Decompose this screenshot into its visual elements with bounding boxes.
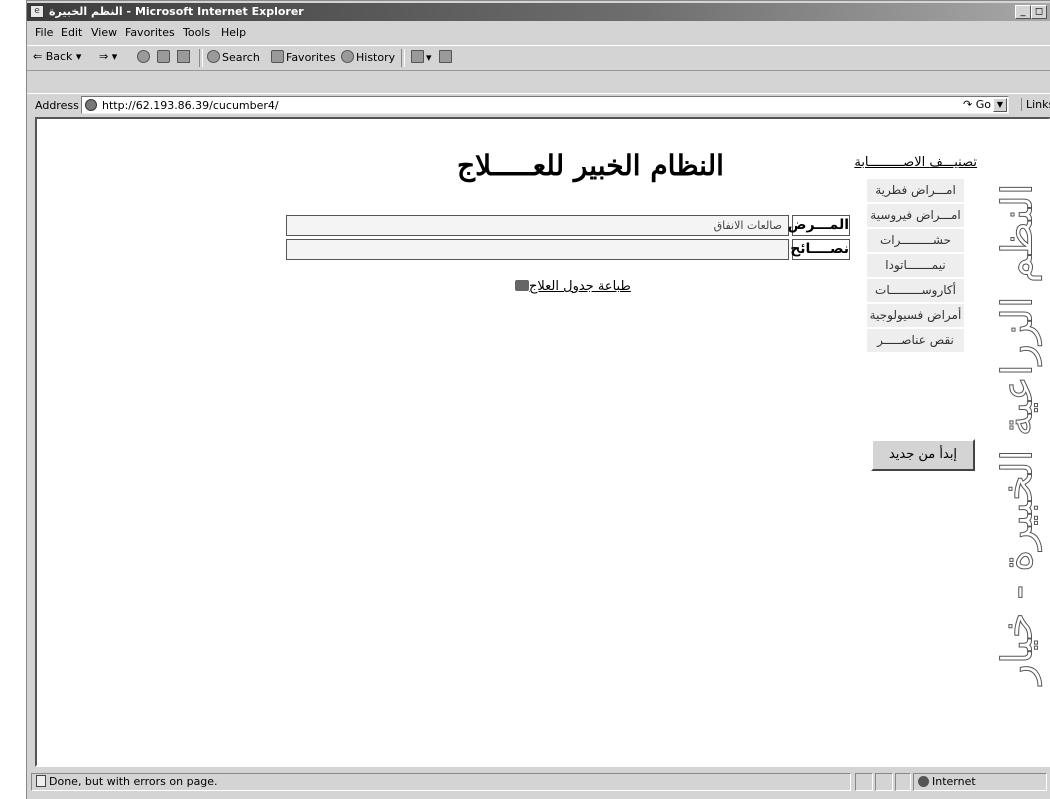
category-insects[interactable]: حشـــــــــرات	[867, 229, 964, 254]
go-label: Go	[975, 98, 991, 111]
toolbar-separator	[401, 49, 405, 67]
go-button[interactable]: ↷ Go	[963, 98, 991, 111]
security-zone-label: Internet	[932, 775, 976, 788]
menu-view[interactable]: View	[91, 26, 117, 39]
menu-edit[interactable]: Edit	[61, 26, 82, 39]
category-nutrient-deficiency[interactable]: نقص عناصـــــر	[867, 329, 964, 354]
disease-field: صالعات الانفاق	[286, 215, 789, 236]
page-title: النظام الخبير للعـــــلاج	[457, 149, 724, 182]
restart-button[interactable]: إبدأ من جديد	[871, 439, 975, 471]
categories-title: تصنيـــف الاصـــــــــابة	[854, 155, 977, 170]
advice-label: نصــــائح	[790, 239, 850, 260]
favorites-button[interactable]: Favorites	[271, 50, 336, 64]
favorites-button-label: Favorites	[286, 51, 336, 64]
ie-app-icon: e	[30, 5, 44, 18]
address-url: http://62.193.86.39/cucumber4/	[102, 99, 279, 112]
browser-window: e النظم الخبيرة - Microsoft Internet Exp…	[26, 0, 1050, 799]
side-banner-text: النظم الزراعية الخبيرة - خيار	[992, 183, 1042, 685]
history-button[interactable]: History	[341, 50, 395, 64]
security-zone: Internet	[913, 773, 1047, 791]
globe-icon	[918, 776, 929, 787]
menu-favorites[interactable]: Favorites	[125, 26, 175, 39]
search-button[interactable]: Search	[207, 50, 260, 64]
status-cell	[875, 773, 893, 791]
category-nematodes[interactable]: نيمـــــــاتودا	[867, 254, 964, 279]
print-icon[interactable]	[439, 50, 454, 64]
status-message: Done, but with errors on page.	[31, 773, 851, 791]
status-bar: Done, but with errors on page. Internet	[27, 771, 1050, 795]
menu-help[interactable]: Help	[221, 26, 246, 39]
search-button-label: Search	[222, 51, 260, 64]
history-button-label: History	[356, 51, 396, 64]
menu-bar: File Edit View Favorites Tools Help	[27, 23, 1050, 43]
search-icon	[207, 50, 220, 63]
warning-page-icon	[36, 775, 46, 787]
links-button[interactable]: Links	[1021, 98, 1050, 111]
title-bar: e النظم الخبيرة - Microsoft Internet Exp…	[27, 3, 1050, 21]
history-icon	[341, 50, 354, 63]
print-treatment-link[interactable]: طباعة جدول العلاج	[513, 279, 631, 294]
category-physiological[interactable]: أمراض فسيولوجية	[867, 304, 964, 329]
back-button[interactable]: ⇐ Back ▾	[33, 50, 81, 63]
standard-toolbar: ⇐ Back ▾ ⇒ ▾ Search Favorites History ▾	[27, 45, 1050, 71]
home-icon[interactable]	[177, 50, 192, 64]
refresh-icon[interactable]	[157, 50, 172, 64]
advice-row: نصــــائح	[286, 239, 850, 261]
printer-icon	[515, 280, 529, 291]
page-icon	[85, 99, 97, 111]
disease-row: صالعات الانفاق المـــرض	[286, 215, 850, 237]
menu-file[interactable]: File	[35, 26, 53, 39]
address-dropdown-button[interactable]: ▼	[993, 98, 1007, 112]
status-text: Done, but with errors on page.	[49, 775, 218, 788]
address-label: Address	[35, 99, 79, 112]
category-mites[interactable]: أكاروســـــــــات	[867, 279, 964, 304]
mail-icon[interactable]: ▾	[411, 50, 432, 64]
address-input[interactable]: http://62.193.86.39/cucumber4/ ▼	[81, 96, 1009, 114]
favorites-icon	[271, 50, 284, 63]
status-cell	[895, 773, 911, 791]
print-link-label: طباعة جدول العلاج	[529, 279, 631, 294]
stop-icon[interactable]	[137, 50, 152, 64]
category-fungal[interactable]: امـــراض فطرية	[867, 179, 964, 204]
address-bar: Address http://62.193.86.39/cucumber4/ ▼…	[27, 93, 1050, 116]
page-content: النظام الخبير للعـــــلاج صالعات الانفاق…	[35, 117, 1050, 767]
side-banner: النظم الزراعية الخبيرة - خيار	[987, 149, 1047, 685]
toolbar-separator	[199, 49, 203, 67]
disease-label: المـــرض	[788, 215, 850, 236]
menu-tools[interactable]: Tools	[183, 26, 210, 39]
forward-button[interactable]: ⇒ ▾	[99, 50, 117, 63]
category-viral[interactable]: امـــراض فيروسية	[867, 204, 964, 229]
minimize-button[interactable]: _	[1015, 5, 1031, 19]
advice-field	[286, 239, 789, 260]
status-cell	[855, 773, 873, 791]
maximize-button[interactable]: ◻	[1031, 5, 1047, 19]
window-title: النظم الخبيرة - Microsoft Internet Explo…	[49, 5, 304, 18]
